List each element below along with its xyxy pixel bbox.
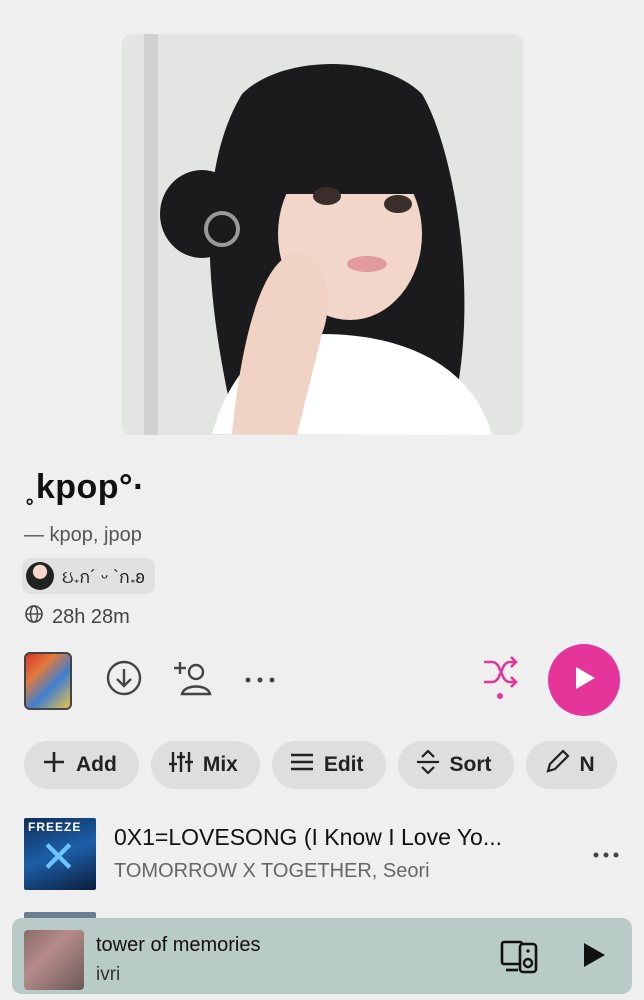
globe-icon [24, 604, 44, 630]
track-title: 0X1=LOVESONG (I Know I Love Yo... [114, 824, 503, 850]
sliders-icon [168, 750, 193, 780]
action-chips: Add Mix Edit Sort N [24, 741, 617, 789]
mix-chip[interactable]: Mix [150, 741, 260, 789]
sort-icon [416, 749, 440, 780]
edit-chip[interactable]: Edit [271, 741, 386, 789]
owner-name: ઇ𝅄ก´ ᵕ `ก𝅄ʚ [62, 566, 145, 587]
mini-player[interactable]: tower of memories ivri [12, 918, 632, 994]
playlist-description: — kpop, jpop [24, 524, 142, 546]
playlist-cover [122, 34, 523, 435]
owner-avatar [26, 562, 54, 590]
play-icon [578, 943, 608, 974]
now-playing-artist: ivri [96, 964, 121, 985]
track-artwork: FREEZE ✕ [24, 818, 96, 890]
download-button[interactable] [104, 660, 144, 700]
add-user-icon [174, 658, 214, 703]
add-chip[interactable]: Add [24, 741, 139, 789]
edit-chip-label: Edit [323, 753, 364, 776]
name-chip-label: N [579, 753, 595, 776]
shuffle-button[interactable] [480, 655, 520, 699]
plus-icon [42, 750, 66, 780]
more-options-button[interactable] [240, 660, 280, 700]
add-chip-label: Add [76, 753, 117, 776]
artwork-x-mark: ✕ [40, 833, 77, 882]
playlist-duration: 28h 28m [24, 604, 130, 630]
playlist-controls [0, 644, 644, 718]
speaker-device-icon [500, 940, 540, 980]
now-playing-artwork [24, 930, 84, 990]
name-chip[interactable]: N [525, 741, 617, 789]
owner-chip[interactable]: ઇ𝅄ก´ ᵕ `ก𝅄ʚ [22, 558, 155, 594]
lines-icon [290, 750, 314, 780]
sort-chip-label: Sort [449, 753, 492, 776]
playlist-thumbnail[interactable] [24, 652, 72, 710]
track-artist: TOMORROW X TOGETHER, Seori [114, 860, 430, 882]
invite-collaborator-button[interactable] [174, 660, 214, 700]
play-button[interactable] [548, 644, 620, 716]
mix-chip-label: Mix [202, 753, 238, 776]
playlist-title: ˳kpop°· [24, 468, 145, 506]
shuffle-icon [480, 652, 520, 705]
mini-play-button[interactable] [578, 940, 608, 975]
sort-chip[interactable]: Sort [397, 741, 514, 789]
pencil-icon [544, 749, 570, 781]
download-icon [106, 660, 142, 701]
track-row[interactable]: FREEZE ✕ 0X1=LOVESONG (I Know I Love Yo.… [24, 818, 644, 890]
track-more-icon[interactable] [592, 838, 620, 866]
now-playing-title: tower of memories [96, 934, 261, 956]
play-icon [570, 664, 598, 697]
more-dots-icon [244, 671, 276, 689]
duration-text: 28h 28m [52, 605, 130, 628]
connect-device-button[interactable] [500, 936, 540, 981]
